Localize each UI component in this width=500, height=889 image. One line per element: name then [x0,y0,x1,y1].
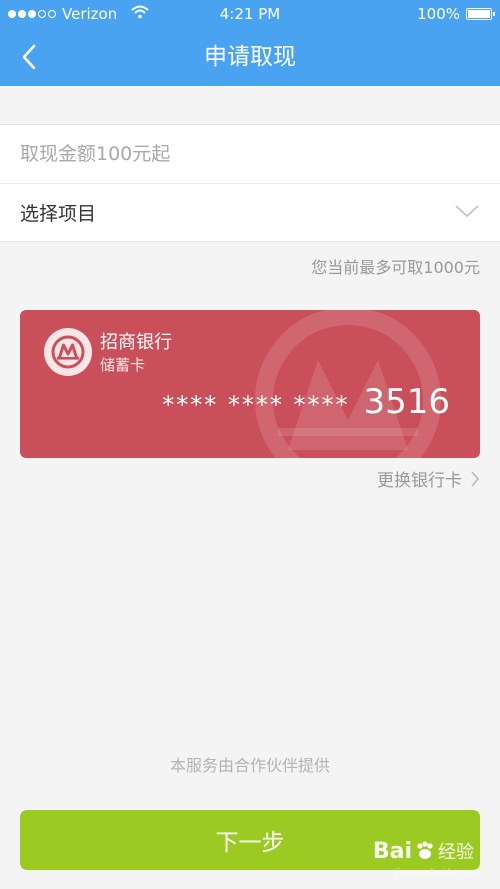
battery-percent: 100% [417,5,460,23]
bank-card[interactable]: 招商银行 储蓄卡 **** **** **** 3516 [20,310,480,458]
card-number-last4: 3516 [363,382,450,422]
project-select[interactable]: 选择项目 [0,183,500,241]
amount-row [0,125,500,183]
app-header: Verizon 4:21 PM 100% 申请取现 [0,0,500,86]
watermark-url: jingyan.baidu.com [394,868,478,878]
watermark-brand-cn: 经验 [438,842,474,863]
card-type: 储蓄卡 [100,356,146,374]
baidu-jingyan-watermark: Bai 经验 [373,838,474,864]
withdraw-form: 选择项目 [0,124,500,242]
paw-icon [417,841,433,859]
cmb-logo-icon [44,328,92,376]
amount-input[interactable] [20,143,460,165]
battery-icon [466,8,495,20]
status-bar: Verizon 4:21 PM 100% [0,0,500,28]
change-card-link[interactable]: 更换银行卡 [377,466,480,491]
change-card-label: 更换银行卡 [377,471,462,491]
status-right: 100% [417,0,495,28]
chevron-right-icon [471,470,480,487]
bank-name: 招商银行 [100,332,172,353]
card-number: **** **** **** 3516 [162,382,450,422]
page-title: 申请取现 [204,44,296,70]
watermark-brand: Bai [372,838,412,864]
chevron-down-icon [455,205,479,218]
partner-note: 本服务由合作伙伴提供 [169,756,330,775]
withdraw-limit-hint: 您当前最多可取1000元 [311,258,480,277]
nav-bar: 申请取现 [0,28,500,86]
project-select-label: 选择项目 [20,203,97,225]
card-number-masked: **** **** **** [162,391,350,419]
